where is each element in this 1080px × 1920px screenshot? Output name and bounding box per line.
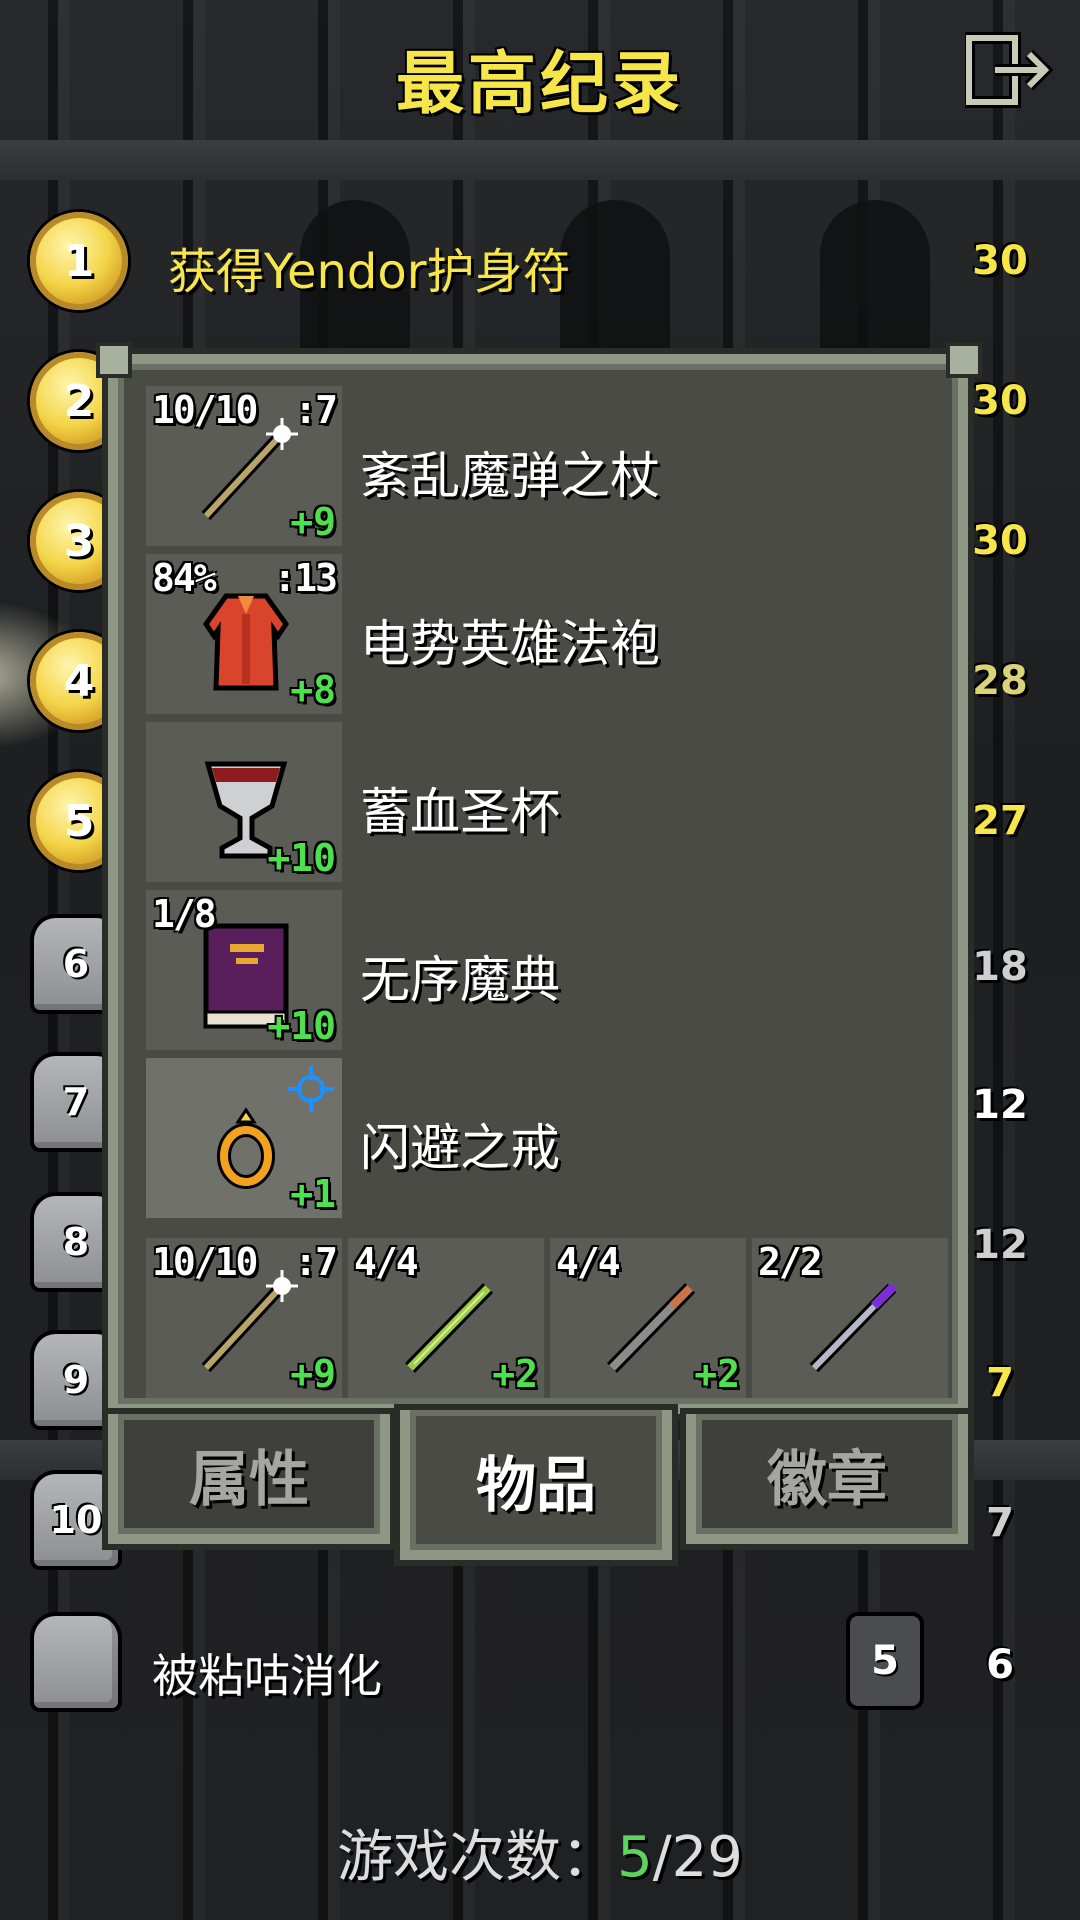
- hero-details-dialog: 10/10 :7 +9 紊乱魔弹之杖 84% :13 +8 电势英雄法袍 +10 蓄血圣杯 1/8 +…: [108, 354, 968, 1414]
- wall-band: [0, 140, 1080, 180]
- quickslot-upgrade: +2: [694, 1352, 740, 1396]
- quickslot[interactable]: 10/10 :7 +9: [146, 1238, 342, 1398]
- tombstone-icon: 9: [34, 1334, 118, 1426]
- exit-button[interactable]: [963, 30, 1057, 110]
- item-row[interactable]: +10 蓄血圣杯: [146, 722, 936, 882]
- tombstone-icon: 7: [34, 1056, 118, 1148]
- item-upgrade: +9: [290, 500, 336, 544]
- tombstone-icon: 8: [34, 1196, 118, 1288]
- item-slot[interactable]: 1/8 +10: [146, 890, 342, 1050]
- record-latest-description[interactable]: 被粘咕消化: [152, 1640, 382, 1706]
- tab-badges[interactable]: 徽章: [686, 1414, 968, 1544]
- item-upgrade: +8: [290, 668, 336, 712]
- tab-items[interactable]: 物品: [400, 1410, 672, 1560]
- item-name: 蓄血圣杯: [360, 783, 560, 841]
- crosshair-icon: [286, 1064, 336, 1114]
- record-3-depth: 30: [972, 518, 1028, 564]
- item-slot[interactable]: 10/10 :7 +9: [146, 386, 342, 546]
- record-7-depth: 12: [972, 1082, 1028, 1128]
- item-upgrade: +10: [267, 1004, 336, 1048]
- item-row[interactable]: 1/8 +10 无序魔典: [146, 890, 936, 1050]
- record-8-depth: 12: [972, 1222, 1028, 1268]
- record-1-depth: 30: [972, 238, 1028, 284]
- medal-icon: 1: [30, 212, 128, 310]
- quickslot[interactable]: 2/2: [752, 1238, 948, 1398]
- record-6-depth: 18: [972, 944, 1028, 990]
- tombstone-icon: 6: [34, 918, 118, 1010]
- quickslot[interactable]: 4/4 +2: [550, 1238, 746, 1398]
- games-total: 29: [671, 1825, 743, 1890]
- level-value: 5: [850, 1616, 920, 1706]
- record-4-depth: 28: [972, 658, 1028, 704]
- games-played: 游戏次数：5/29: [0, 1812, 1080, 1893]
- record-1-rank[interactable]: 1: [30, 212, 130, 312]
- item-slot[interactable]: +10: [146, 722, 342, 882]
- page-title: 最高纪录: [395, 45, 684, 124]
- copper-wand-icon: [590, 1268, 710, 1378]
- games-label: 游戏次数：: [337, 1825, 618, 1890]
- quickslot-charges: 4/4: [354, 1240, 419, 1284]
- item-charges: 1/8: [152, 892, 217, 936]
- item-upgrade: +1: [290, 1172, 336, 1216]
- item-row[interactable]: 84% :13 +8 电势英雄法袍: [146, 554, 936, 714]
- quickslot-charges: 4/4: [556, 1240, 621, 1284]
- green-wand-icon: [388, 1268, 508, 1378]
- item-charges: 84%: [152, 556, 217, 600]
- quickslot-charges: 10/10: [152, 1240, 258, 1284]
- tombstone-icon: [34, 1616, 118, 1708]
- level-tomb: 5: [846, 1612, 928, 1710]
- item-name: 电势英雄法袍: [360, 615, 660, 673]
- quickslot-upgrade: +2: [492, 1352, 538, 1396]
- tombstone-icon: 10: [34, 1474, 118, 1566]
- quickslot-level: :7: [294, 1240, 338, 1284]
- quickslot[interactable]: 4/4 +2: [348, 1238, 544, 1398]
- item-name: 紊乱魔弹之杖: [360, 447, 660, 505]
- item-slot[interactable]: 84% :13 +8: [146, 554, 342, 714]
- record-10-depth: 7: [986, 1500, 1014, 1546]
- record-11-rank[interactable]: [30, 1616, 130, 1716]
- item-name: 闪避之戒: [360, 1119, 560, 1177]
- dialog-corner: [96, 342, 132, 378]
- item-level: :7: [294, 388, 338, 432]
- dialog-corner: [946, 342, 982, 378]
- wand-icon: [186, 1268, 306, 1378]
- quickslot-charges: 2/2: [758, 1240, 823, 1284]
- item-upgrade: +10: [267, 836, 336, 880]
- item-slot[interactable]: +1: [146, 1058, 342, 1218]
- purple-wand-icon: [792, 1268, 912, 1378]
- games-current: 5: [617, 1825, 653, 1890]
- item-row[interactable]: 10/10 :7 +9 紊乱魔弹之杖: [146, 386, 936, 546]
- item-charges: 10/10: [152, 388, 258, 432]
- record-9-depth: 7: [986, 1360, 1014, 1406]
- wand-icon: [186, 416, 306, 526]
- wall-arch: [560, 200, 670, 350]
- item-row[interactable]: +1 闪避之戒: [146, 1058, 936, 1218]
- robe-icon: [186, 584, 306, 694]
- exit-icon: [963, 32, 1054, 108]
- wall-arch: [820, 200, 930, 350]
- record-1-description[interactable]: 获得Yendor护身符: [168, 232, 570, 302]
- record-2-depth: 30: [972, 378, 1028, 424]
- quickslot-upgrade: +9: [290, 1352, 336, 1396]
- record-11-depth: 6: [986, 1642, 1014, 1688]
- item-level: :13: [273, 556, 338, 600]
- tab-stats[interactable]: 属性: [108, 1414, 390, 1544]
- item-name: 无序魔典: [360, 951, 560, 1009]
- games-separator: /: [652, 1825, 672, 1890]
- record-5-depth: 27: [972, 798, 1028, 844]
